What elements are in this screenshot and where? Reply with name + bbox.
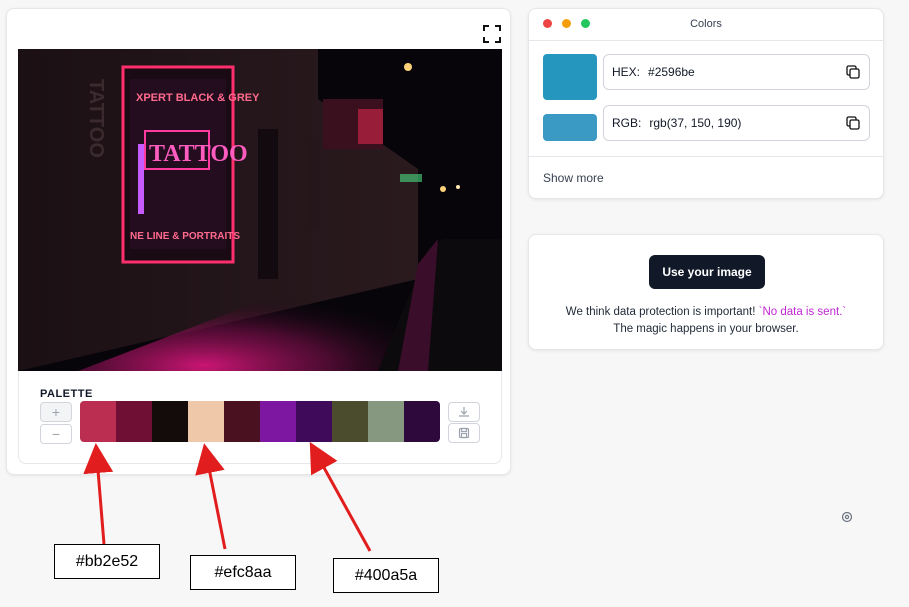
palette-swatch[interactable] [296, 401, 332, 442]
privacy-text: We think data protection is important! [565, 306, 759, 318]
palette-swatch[interactable] [260, 401, 296, 442]
save-button[interactable] [448, 423, 480, 443]
annotation-label: #efc8aa [190, 555, 296, 590]
palette-title: PALETTE [40, 388, 93, 400]
svg-text:TATTOO: TATTOO [149, 141, 248, 167]
rgb-color-preview [543, 114, 597, 141]
palette-swatch[interactable] [368, 401, 404, 442]
palette-swatch[interactable] [116, 401, 152, 442]
palette-swatch[interactable] [80, 401, 116, 442]
rgb-value: rgb(37, 150, 190) [649, 116, 742, 130]
rgb-label: RGB: [612, 116, 642, 130]
hex-label: HEX: [612, 65, 641, 79]
annotation-label: #bb2e52 [54, 544, 160, 579]
colors-window: Colors HEX: #2596be RGB: rgb(37, 150, 19… [528, 8, 884, 199]
privacy-text-2: The magic happens in your browser. [613, 323, 799, 335]
palette-section: PALETTE + − [18, 371, 502, 464]
use-your-image-button[interactable]: Use your image [649, 255, 765, 289]
colors-title: Colors [690, 18, 722, 30]
download-button[interactable] [448, 402, 480, 422]
svg-text:TATTOO: TATTOO [85, 79, 107, 158]
palette-swatch[interactable] [404, 401, 440, 442]
use-image-card: Use your image We think data protection … [528, 234, 884, 350]
divider [529, 156, 883, 157]
divider [529, 40, 883, 41]
palette-swatch[interactable] [152, 401, 188, 442]
palette-swatches [80, 401, 440, 442]
privacy-highlight: `No data is sent.` [758, 306, 847, 318]
remove-color-button[interactable]: − [40, 424, 72, 444]
hex-color-preview [543, 54, 597, 100]
add-color-button[interactable]: + [40, 402, 72, 422]
copy-icon[interactable] [845, 115, 861, 131]
image-card: XPERT BLACK & GREY TATTOO NE LINE & PORT… [6, 8, 511, 475]
palette-swatch[interactable] [188, 401, 224, 442]
palette-swatch[interactable] [332, 401, 368, 442]
hex-value: #2596be [648, 65, 695, 79]
annotation-label: #400a5a [333, 558, 439, 593]
svg-text:NE LINE & PORTRAITS: NE LINE & PORTRAITS [130, 231, 240, 242]
copy-icon[interactable] [845, 64, 861, 80]
hex-field[interactable]: HEX: #2596be [603, 54, 870, 90]
save-icon [458, 427, 470, 439]
photo-preview: XPERT BLACK & GREY TATTOO NE LINE & PORT… [18, 49, 502, 371]
svg-text:XPERT BLACK & GREY: XPERT BLACK & GREY [136, 92, 260, 104]
privacy-note: We think data protection is important! `… [529, 304, 883, 338]
download-icon [459, 407, 469, 417]
show-more-link[interactable]: Show more [543, 171, 604, 185]
fullscreen-icon[interactable] [482, 24, 502, 44]
gear-icon[interactable] [841, 511, 853, 523]
rgb-field[interactable]: RGB: rgb(37, 150, 190) [603, 105, 870, 141]
palette-swatch[interactable] [224, 401, 260, 442]
